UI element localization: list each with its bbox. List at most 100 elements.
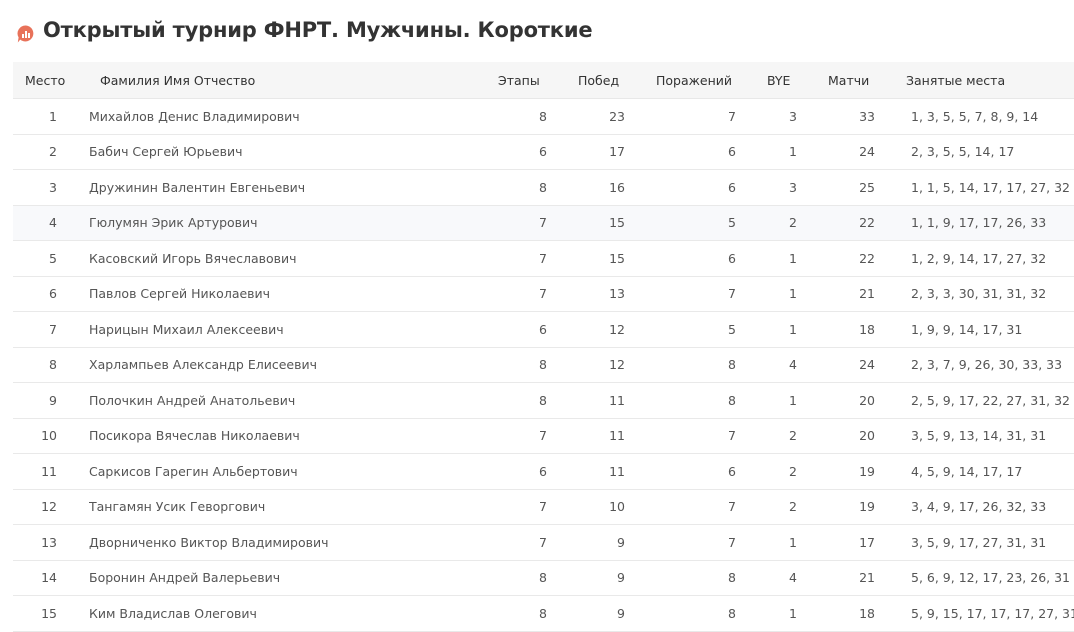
table-header-row: Место Фамилия Имя Отчество Этапы Побед П… [13,62,1074,99]
cell-matches: 17 [817,524,895,561]
cell-places: 4, 5, 9, 14, 17, 17 [895,453,1074,490]
cell-losses: 6 [645,240,756,277]
cell-matches: 20 [817,382,895,419]
cell-places: 2, 3, 5, 5, 14, 17 [895,134,1074,170]
cell-places: 3, 5, 9, 17, 27, 31, 31 [895,524,1074,561]
cell-stages: 7 [490,276,567,312]
cell-wins: 11 [567,382,645,419]
table-row[interactable]: 10 Посикора Вячеслав Николаевич 7 11 7 2 20 3, … [13,418,1074,454]
cell-name: Нарицын Михаил Алексеевич [89,311,490,348]
cell-matches: 21 [817,276,895,312]
table-row[interactable]: 3 Дружинин Валентин Евгеньевич 8 16 6 3 25 1, 1… [13,169,1074,206]
cell-wins: 9 [567,560,645,596]
cell-wins: 15 [567,205,645,241]
cell-name: Харлампьев Александр Елисеевич [89,347,490,383]
cell-matches: 22 [817,205,895,241]
cell-name: Касовский Игорь Вячеславович [89,240,490,277]
table-row[interactable]: 14 Боронин Андрей Валерьевич 8 9 8 4 21 5, 6, 9… [13,560,1074,596]
cell-places: 1, 3, 5, 5, 7, 8, 9, 14 [895,98,1074,135]
cell-wins: 12 [567,347,645,383]
cell-wins: 9 [567,524,645,561]
cell-bye: 1 [756,134,817,170]
column-header-losses[interactable]: Поражений [645,62,756,99]
cell-stages: 6 [490,453,567,490]
cell-bye: 3 [756,98,817,135]
cell-place: 10 [13,418,89,454]
cell-name: Дворниченко Виктор Владимирович [89,524,490,561]
table-row[interactable]: 6 Павлов Сергей Николаевич 7 13 7 1 21 2, 3, 3,… [13,276,1074,312]
cell-places: 2, 3, 7, 9, 26, 30, 33, 33 [895,347,1074,383]
cell-stages: 8 [490,382,567,419]
cell-name: Павлов Сергей Николаевич [89,276,490,312]
column-header-bye[interactable]: BYE [756,62,817,99]
table-row[interactable]: 15 Ким Владислав Олегович 8 9 8 1 18 5, 9, 15, … [13,595,1074,632]
table-row[interactable]: 11 Саркисов Гарегин Альбертович 6 11 6 2 19 4, … [13,453,1074,490]
cell-losses: 5 [645,205,756,241]
cell-place: 7 [13,311,89,348]
cell-place: 6 [13,276,89,312]
table-row[interactable]: 7 Нарицын Михаил Алексеевич 6 12 5 1 18 1, 9, 9… [13,311,1074,348]
column-header-matches[interactable]: Матчи [817,62,895,99]
page-title: Открытый турнир ФНРТ. Мужчины. Короткие [43,18,593,42]
cell-bye: 3 [756,169,817,206]
cell-places: 5, 6, 9, 12, 17, 23, 26, 31 [895,560,1074,596]
cell-place: 5 [13,240,89,277]
cell-stages: 7 [490,205,567,241]
cell-matches: 19 [817,489,895,525]
cell-place: 9 [13,382,89,419]
column-header-wins[interactable]: Побед [567,62,645,99]
cell-wins: 11 [567,453,645,490]
cell-stages: 7 [490,240,567,277]
table-row[interactable]: 1 Михайлов Денис Владимирович 8 23 7 3 33 1, 3,… [13,98,1074,135]
table-row[interactable]: 13 Дворниченко Виктор Владимирович 7 9 7 1 17 3… [13,524,1074,561]
cell-stages: 8 [490,98,567,135]
table-row[interactable]: 8 Харлампьев Александр Елисеевич 8 12 8 4 24 2,… [13,347,1074,383]
cell-bye: 4 [756,347,817,383]
cell-matches: 33 [817,98,895,135]
cell-matches: 24 [817,347,895,383]
table-row[interactable]: 4 Гюлумян Эрик Артурович 7 15 5 2 22 1, 1, 9, 1… [13,205,1074,241]
cell-stages: 6 [490,311,567,348]
cell-stages: 8 [490,169,567,206]
cell-losses: 8 [645,560,756,596]
cell-bye: 1 [756,311,817,348]
cell-matches: 25 [817,169,895,206]
column-header-name[interactable]: Фамилия Имя Отчество [89,62,490,99]
cell-matches: 22 [817,240,895,277]
cell-matches: 21 [817,560,895,596]
cell-name: Полочкин Андрей Анатольевич [89,382,490,419]
cell-place: 15 [13,595,89,632]
cell-matches: 18 [817,595,895,632]
cell-wins: 10 [567,489,645,525]
cell-wins: 15 [567,240,645,277]
cell-places: 1, 1, 9, 17, 17, 26, 33 [895,205,1074,241]
column-header-place[interactable]: Место [13,62,89,99]
standings-table: Место Фамилия Имя Отчество Этапы Побед П… [13,62,1074,632]
cell-losses: 7 [645,418,756,454]
cell-losses: 8 [645,347,756,383]
cell-stages: 8 [490,347,567,383]
cell-wins: 13 [567,276,645,312]
cell-places: 3, 5, 9, 13, 14, 31, 31 [895,418,1074,454]
cell-name: Гюлумян Эрик Артурович [89,205,490,241]
cell-places: 5, 9, 15, 17, 17, 17, 27, 31 [895,595,1074,632]
cell-place: 11 [13,453,89,490]
column-header-stages[interactable]: Этапы [490,62,567,99]
cell-stages: 7 [490,418,567,454]
column-header-places[interactable]: Занятые места [895,62,1074,99]
cell-matches: 18 [817,311,895,348]
table-row[interactable]: 5 Касовский Игорь Вячеславович 7 15 6 1 22 1, 2… [13,240,1074,277]
table-row[interactable]: 12 Тангамян Усик Геворгович 7 10 7 2 19 3, 4, 9… [13,489,1074,525]
cell-places: 2, 5, 9, 17, 22, 27, 31, 32 [895,382,1074,419]
table-row[interactable]: 9 Полочкин Андрей Анатольевич 8 11 8 1 20 2, 5,… [13,382,1074,419]
cell-matches: 19 [817,453,895,490]
cell-places: 1, 1, 5, 14, 17, 17, 27, 32 [895,169,1074,206]
cell-losses: 7 [645,276,756,312]
cell-stages: 7 [490,524,567,561]
table-row[interactable]: 2 Бабич Сергей Юрьевич 6 17 6 1 24 2, 3, 5, 5, … [13,134,1074,170]
cell-matches: 20 [817,418,895,454]
cell-name: Саркисов Гарегин Альбертович [89,453,490,490]
cell-bye: 2 [756,418,817,454]
cell-wins: 23 [567,98,645,135]
cell-stages: 6 [490,134,567,170]
